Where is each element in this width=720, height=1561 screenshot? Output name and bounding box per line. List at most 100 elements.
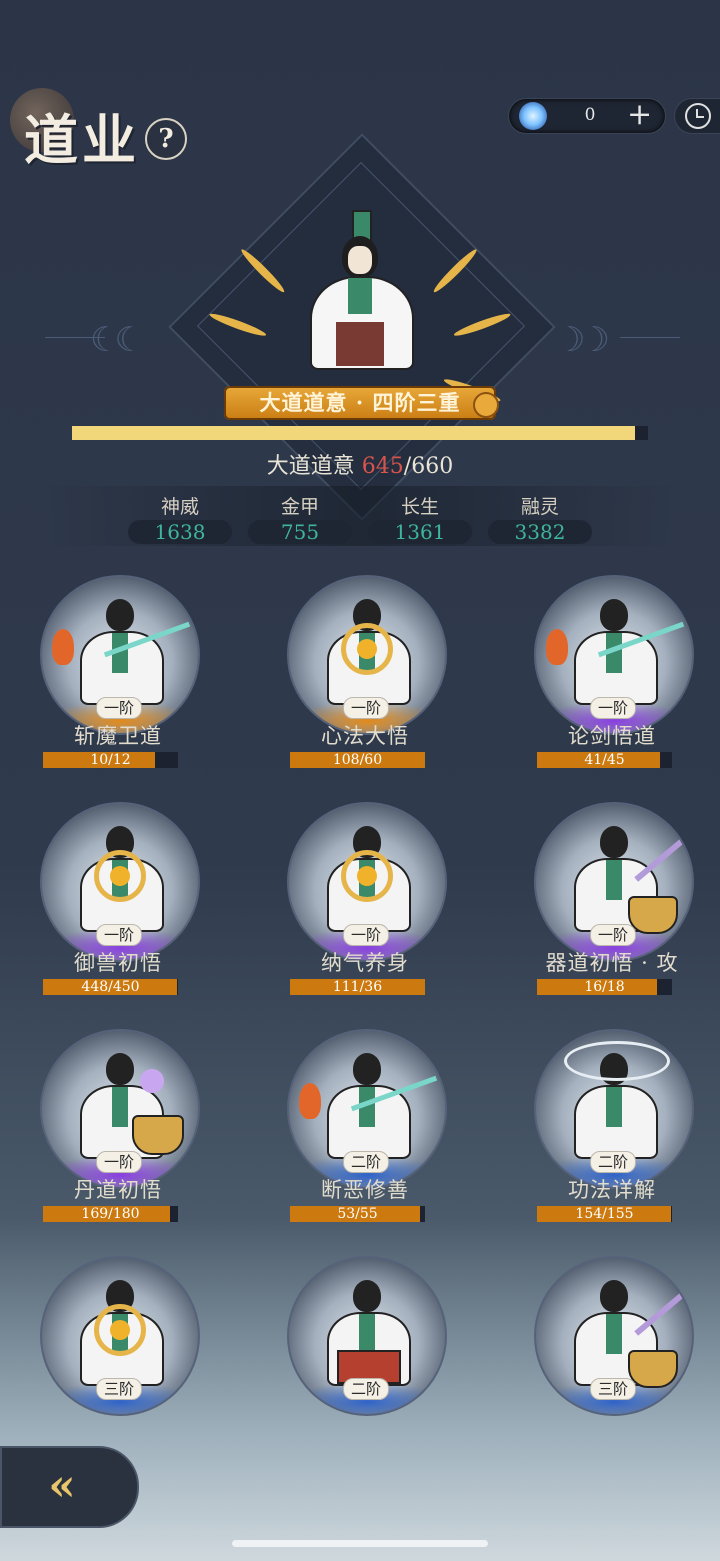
skill-card[interactable]: 二阶断恶修善 53/55 — [265, 1029, 465, 1229]
skill-progress-bar: 108/60 — [290, 752, 425, 768]
skill-tier-badge: 三阶 — [590, 1378, 636, 1400]
cultivator-sash — [606, 1314, 622, 1354]
skill-name: 器道初悟 · 攻 — [545, 951, 679, 975]
skill-progress-text: 53/55 — [337, 1206, 378, 1222]
flame-icon — [52, 629, 74, 665]
golden-core-icon — [357, 866, 377, 886]
skill-tier-badge: 二阶 — [343, 1151, 389, 1173]
golden-core-icon — [357, 639, 377, 659]
skill-card[interactable]: 一阶心法大悟 108/60 — [265, 575, 465, 775]
skill-name: 断恶修善 — [321, 1178, 409, 1202]
spirit-orb-icon — [519, 102, 547, 130]
meditating-master-figure — [300, 210, 420, 390]
back-button[interactable]: « — [0, 1446, 139, 1528]
skill-name: 御兽初悟 — [74, 951, 162, 975]
skill-card[interactable]: 一阶御兽初悟 448/450 — [18, 802, 218, 1002]
skill-progress-bar: 16/18 — [537, 979, 672, 995]
cultivator-sash — [606, 860, 622, 900]
skill-card[interactable]: 一阶器道初悟 · 攻 16/18 — [512, 802, 712, 1002]
stat-value: 1638 — [128, 520, 232, 544]
crescent-decoration-left: ☾☾ — [90, 320, 145, 360]
skill-name: 丹道初悟 — [74, 1178, 162, 1202]
dao-progress-label: 大道道意 — [266, 454, 355, 479]
cultivator-head — [600, 826, 628, 858]
cultivator-head — [600, 599, 628, 631]
help-button[interactable]: ? — [145, 118, 187, 160]
cauldron-icon — [132, 1115, 184, 1155]
cauldron-icon — [628, 896, 678, 934]
skill-progress-bar: 10/12 — [43, 752, 178, 768]
cultivator-head — [600, 1280, 628, 1312]
stat-label: 金甲 — [280, 496, 319, 518]
skill-card[interactable]: 三阶 — [512, 1256, 712, 1456]
skill-tier-badge: 一阶 — [590, 697, 636, 719]
skill-card[interactable]: 三阶 — [18, 1256, 218, 1456]
banner-cap-right — [473, 392, 499, 418]
skill-progress-bar: 111/36 — [290, 979, 425, 995]
flying-sword-icon — [634, 1286, 692, 1336]
skill-progress-bar: 448/450 — [43, 979, 178, 995]
currency-value: 0 — [584, 105, 596, 125]
skill-name: 功法详解 — [568, 1178, 656, 1202]
skill-card[interactable]: 一阶斩魔卫道 10/12 — [18, 575, 218, 775]
skill-tier-badge: 一阶 — [343, 697, 389, 719]
dao-progress-max: /660 — [403, 454, 454, 479]
cultivator-head — [353, 1280, 381, 1312]
currency-display: 0 + — [508, 97, 666, 134]
cultivator-sash — [359, 1314, 375, 1354]
moon-line-right — [620, 337, 680, 338]
stat-label: 长生 — [400, 496, 439, 518]
skill-progress-text: 16/18 — [584, 979, 625, 995]
dao-progress-text: 大道道意 645/660 — [0, 448, 720, 480]
skill-progress-bar: 53/55 — [290, 1206, 425, 1222]
skill-tier-badge: 二阶 — [343, 1378, 389, 1400]
skill-name: 论剑悟道 — [568, 724, 656, 748]
cultivator-head — [106, 1053, 134, 1085]
skill-progress-text: 41/45 — [584, 752, 625, 768]
dao-progress-fill — [72, 426, 635, 440]
skill-card[interactable]: 二阶 — [265, 1256, 465, 1456]
stat-label: 神威 — [160, 496, 199, 518]
skill-progress-text: 108/60 — [332, 752, 383, 768]
stat-value: 755 — [248, 520, 352, 544]
stat-label: 融灵 — [520, 496, 559, 518]
home-indicator — [232, 1540, 488, 1547]
skill-progress-text: 10/12 — [90, 752, 131, 768]
flying-sword-icon — [634, 832, 692, 882]
skill-tier-badge: 一阶 — [96, 924, 142, 946]
crescent-decoration-right: ☽☽ — [555, 320, 610, 360]
clock-icon — [685, 103, 711, 129]
flame-icon — [299, 1083, 321, 1119]
golden-core-icon — [110, 1320, 130, 1340]
skill-progress-text: 111/36 — [332, 979, 383, 995]
skill-tier-badge: 一阶 — [343, 924, 389, 946]
skill-card[interactable]: 一阶论剑悟道 41/45 — [512, 575, 712, 775]
stat-value: 3382 — [488, 520, 592, 544]
cultivator-sash — [112, 1087, 128, 1127]
cauldron-icon — [628, 1350, 678, 1388]
skill-name: 心法大悟 — [321, 724, 409, 748]
skill-tier-badge: 一阶 — [590, 924, 636, 946]
skill-card[interactable]: 一阶丹道初悟 169/180 — [18, 1029, 218, 1229]
page-title: 道业 — [24, 108, 140, 172]
skill-tier-badge: 一阶 — [96, 697, 142, 719]
skill-card[interactable]: 一阶 纳气养身 111/36 — [265, 802, 465, 1002]
cultivator-head — [353, 1053, 381, 1085]
skill-progress-bar: 154/155 — [537, 1206, 672, 1222]
flame-icon — [546, 629, 568, 665]
history-button[interactable] — [674, 98, 720, 134]
skill-tier-badge: 一阶 — [96, 1151, 142, 1173]
skill-name: 斩魔卫道 — [74, 724, 162, 748]
skill-card[interactable]: 二阶功法详解 154/155 — [512, 1029, 712, 1229]
skill-tier-badge: 二阶 — [590, 1151, 636, 1173]
add-currency-button[interactable]: + — [627, 97, 652, 132]
dao-progress-current: 645 — [361, 454, 404, 479]
skill-progress-text: 169/180 — [81, 1206, 140, 1222]
cultivator-sash — [606, 1087, 622, 1127]
golden-core-icon — [110, 866, 130, 886]
stat-value: 1361 — [368, 520, 472, 544]
spirit-wings-icon — [564, 1041, 670, 1081]
skill-progress-text: 154/155 — [575, 1206, 634, 1222]
skill-progress-bar: 41/45 — [537, 752, 672, 768]
spirit-pearl-icon — [140, 1069, 164, 1093]
